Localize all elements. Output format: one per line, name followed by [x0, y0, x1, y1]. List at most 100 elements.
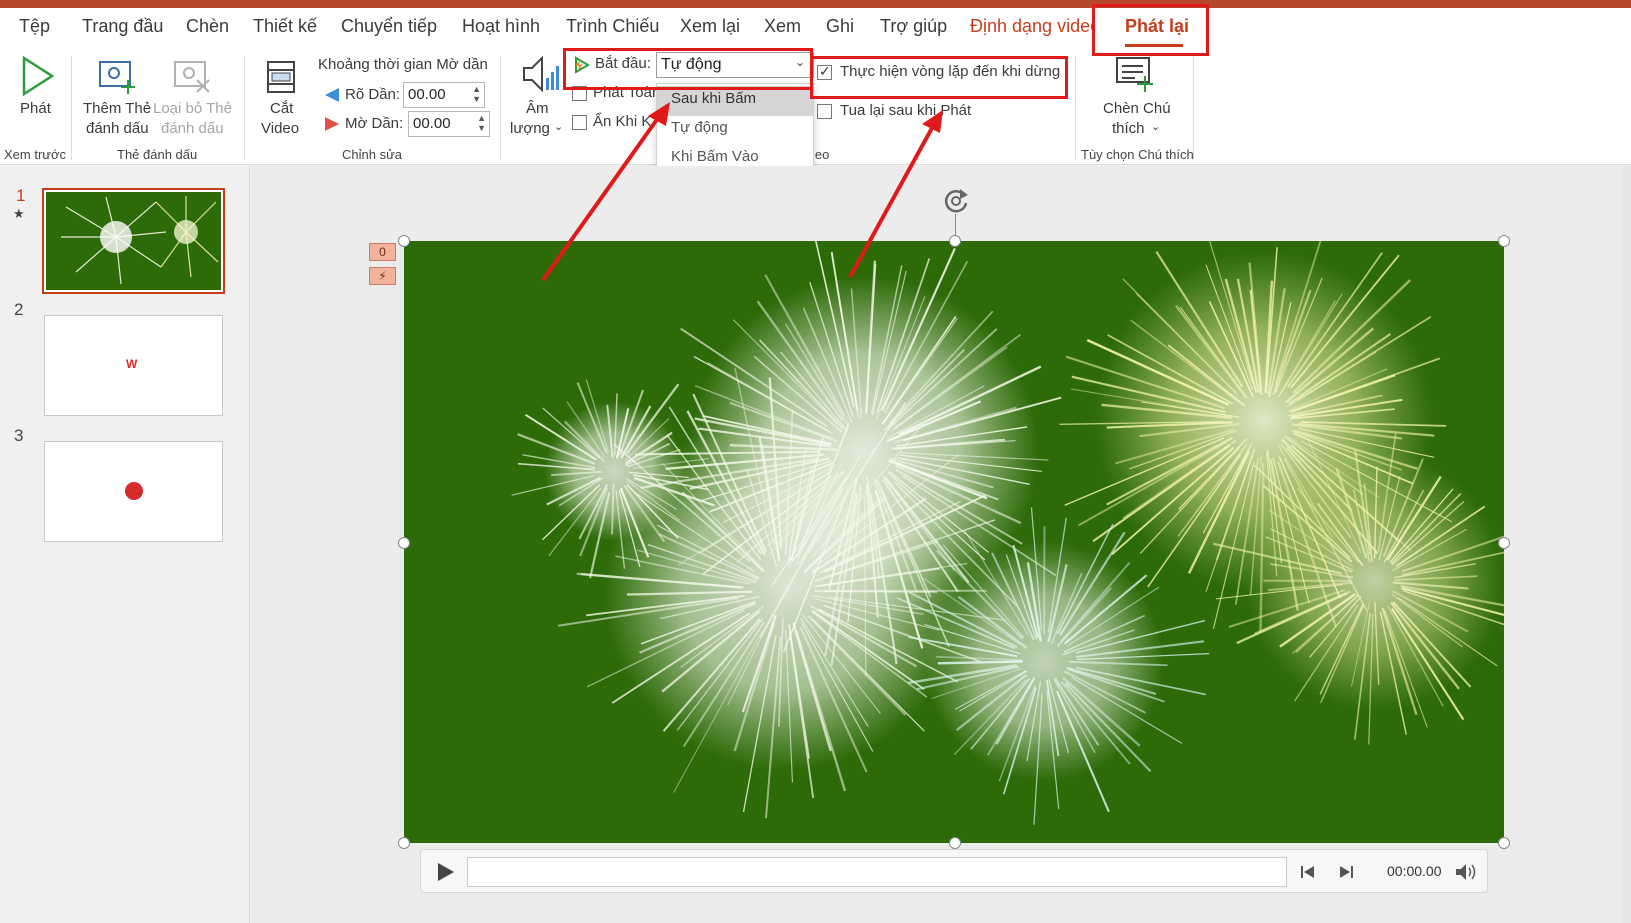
- fade-in-spinner[interactable]: 00.00 ▲ ▼: [403, 82, 485, 108]
- chevron-down-icon: ⌄: [1151, 121, 1161, 133]
- fade-in-value: 00.00: [408, 86, 446, 103]
- tab-transitions[interactable]: Chuyển tiếp: [341, 16, 437, 37]
- remove-bookmark-label-2: đánh dấu: [161, 120, 224, 137]
- spinner-arrows-icon[interactable]: ▲ ▼: [472, 84, 481, 104]
- slide-thumbnail-1[interactable]: [42, 188, 225, 294]
- fireworks-thumbnail-image: [46, 192, 221, 290]
- trim-label-1: Cắt: [270, 100, 294, 117]
- add-bookmark-label-1: Thêm Thẻ: [83, 100, 152, 117]
- add-bookmark-icon: [99, 61, 135, 94]
- svg-text:W: W: [126, 357, 138, 371]
- trim-video-icon: [267, 61, 295, 93]
- resize-handle-bottom-right[interactable]: [1498, 837, 1510, 849]
- resize-handle-top[interactable]: [949, 235, 961, 247]
- group-separator: [500, 56, 501, 160]
- spinner-arrows-icon[interactable]: ▲ ▼: [477, 113, 486, 133]
- group-label-preview: Xem trước: [4, 147, 67, 162]
- resize-handle-top-right[interactable]: [1498, 235, 1510, 247]
- remove-bookmark-button[interactable]: Loại bỏ Thẻ đánh dấu: [153, 54, 233, 140]
- group-label-caption-options: Tùy chọn Chú thích: [1081, 147, 1194, 162]
- play-icon[interactable]: [433, 860, 457, 884]
- tab-view[interactable]: Xem: [764, 16, 801, 37]
- slide-number: 2: [14, 300, 24, 319]
- fade-in-icon: [325, 88, 339, 102]
- slide-number: 1: [16, 186, 26, 205]
- insert-captions-button[interactable]: Chèn Chú thích ⌄: [1095, 54, 1175, 140]
- volume-button[interactable]: Âm lượng ⌄: [508, 54, 568, 140]
- insert-captions-label-2: thích: [1112, 120, 1145, 137]
- group-label-video-options: leo: [812, 147, 830, 162]
- fade-duration-title: Khoảng thời gian Mờ dần: [318, 56, 488, 73]
- tab-file[interactable]: Tệp: [19, 16, 50, 37]
- group-label-bookmarks: Thẻ đánh dấu: [117, 147, 198, 162]
- volume-icon: [523, 55, 559, 93]
- video-object[interactable]: [404, 241, 1504, 843]
- step-back-icon[interactable]: [1299, 863, 1317, 881]
- remove-bookmark-label-1: Loại bỏ Thẻ: [153, 100, 232, 117]
- fade-out-label: Mờ Dần:: [345, 115, 404, 132]
- media-player-bar: 00:00.00: [420, 849, 1488, 893]
- group-separator: [71, 56, 72, 160]
- title-strip: [0, 0, 1631, 8]
- tab-video-format[interactable]: Định dạng video: [970, 16, 1095, 37]
- resize-handle-left[interactable]: [398, 537, 410, 549]
- remove-bookmark-icon: [174, 61, 210, 93]
- slide-number: 3: [14, 426, 24, 445]
- hide-not-playing-label: Ẩn Khi K: [593, 113, 652, 130]
- dropdown-option-automatically[interactable]: Tự động: [657, 115, 813, 145]
- tab-slideshow[interactable]: Trình Chiếu: [566, 16, 659, 37]
- progress-track[interactable]: [467, 857, 1287, 887]
- speaker-icon[interactable]: [1455, 863, 1477, 881]
- highlight-start-box: [563, 48, 813, 90]
- dropdown-option-on-click[interactable]: Sau khi Bấm: [657, 86, 813, 116]
- red-logo-icon: [125, 482, 143, 500]
- resize-handle-bottom-left[interactable]: [398, 837, 410, 849]
- fade-out-icon: [325, 117, 339, 131]
- highlight-loop-box: [810, 56, 1068, 99]
- captions-icon: [1116, 57, 1153, 92]
- play-label: Phát: [20, 100, 51, 117]
- group-separator: [1193, 56, 1194, 160]
- slide-thumbnail-2[interactable]: W: [44, 315, 223, 416]
- step-forward-icon[interactable]: [1337, 863, 1355, 881]
- animation-star-icon: ★: [13, 206, 25, 221]
- tab-home[interactable]: Trang đầu: [82, 16, 163, 37]
- play-button[interactable]: Phát: [16, 54, 58, 134]
- fireworks-video-frame: [404, 241, 1504, 843]
- trim-label-2: Video: [261, 120, 300, 137]
- tab-insert[interactable]: Chèn: [186, 16, 229, 37]
- tab-help[interactable]: Trợ giúp: [880, 16, 947, 37]
- highlight-playback-tab-box: [1092, 4, 1209, 56]
- hide-not-playing-checkbox[interactable]: [572, 115, 587, 130]
- rotate-handle-icon[interactable]: [938, 183, 974, 219]
- tab-review[interactable]: Xem lại: [680, 16, 740, 37]
- rewind-label: Tua lại sau khi Phát: [840, 102, 972, 119]
- insert-captions-label-1: Chèn Chú: [1103, 100, 1171, 117]
- fade-out-spinner[interactable]: 00.00 ▲ ▼: [408, 111, 490, 137]
- tab-record[interactable]: Ghi: [826, 16, 854, 37]
- resize-handle-right[interactable]: [1498, 537, 1510, 549]
- resize-handle-bottom[interactable]: [949, 837, 961, 849]
- chevron-down-icon: ⌄: [554, 121, 564, 133]
- rewind-checkbox[interactable]: [817, 104, 832, 119]
- volume-label-2: lượng: [510, 120, 550, 137]
- group-separator: [244, 56, 245, 160]
- tab-design[interactable]: Thiết kế: [253, 16, 317, 37]
- resize-handle-top-left[interactable]: [398, 235, 410, 247]
- volume-label-1: Âm: [526, 100, 549, 117]
- vertical-scrollbar[interactable]: [1622, 166, 1631, 923]
- group-label-editing: Chỉnh sửa: [342, 147, 403, 162]
- logo-mark-icon: W: [126, 357, 138, 371]
- add-bookmark-label-2: đánh dấu: [86, 120, 149, 137]
- fade-in-label: Rõ Dần:: [345, 86, 401, 103]
- playback-time: 00:00.00: [1387, 863, 1442, 879]
- animation-order-badge[interactable]: 0: [369, 243, 396, 261]
- slide-thumbnail-3[interactable]: [44, 441, 223, 542]
- animation-trigger-badge[interactable]: ⚡: [369, 267, 396, 285]
- fade-out-value: 00.00: [413, 115, 451, 132]
- ribbon-tabs: Tệp Trang đầu Chèn Thiết kế Chuyển tiếp …: [0, 8, 1631, 52]
- tab-animations[interactable]: Hoạt hình: [462, 16, 540, 37]
- trim-video-button[interactable]: Cắt Video: [258, 54, 304, 140]
- add-bookmark-button[interactable]: Thêm Thẻ đánh dấu: [82, 54, 152, 140]
- start-dropdown-menu: Sau khi Bấm Tự động Khi Bấm Vào: [656, 83, 814, 173]
